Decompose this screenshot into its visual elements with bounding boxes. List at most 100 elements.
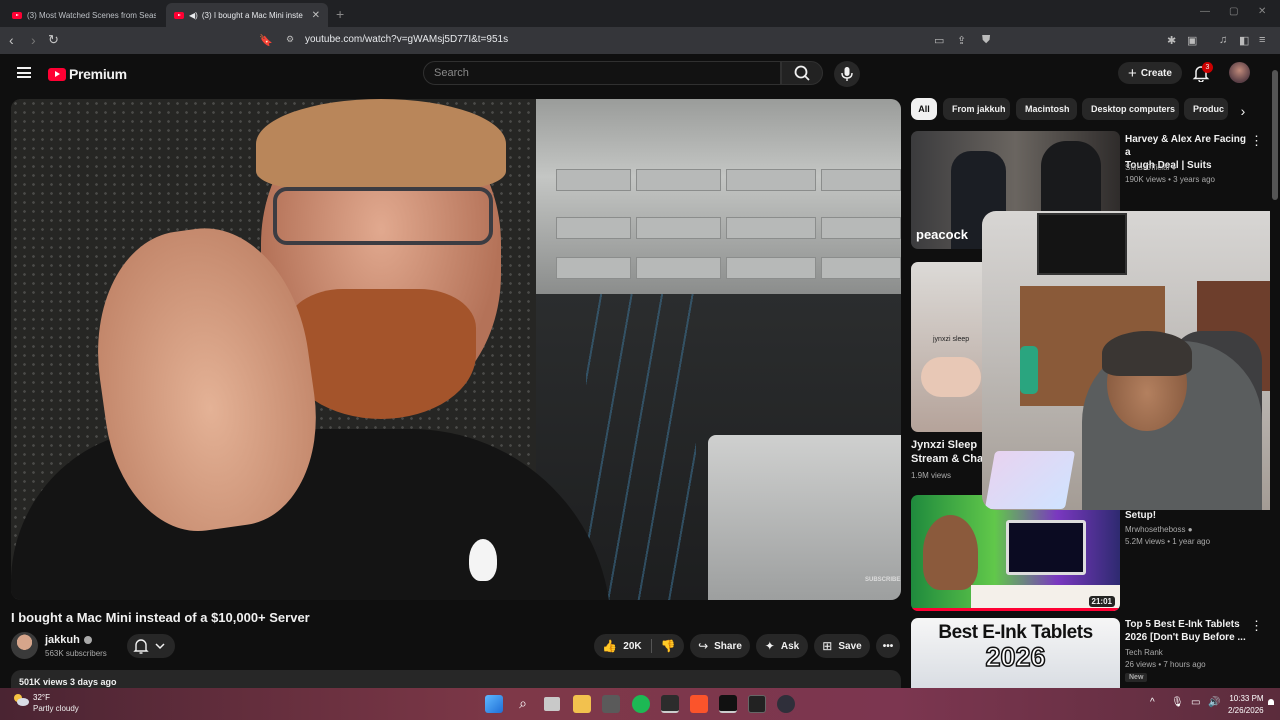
verified-icon: ● (1171, 163, 1177, 172)
url-text[interactable]: youtube.com/watch?v=gWAMsj5D77I&t=951s (305, 34, 508, 45)
browser-tab-strip: (3) Most Watched Scenes from Seas ◀) (3)… (0, 0, 1280, 27)
network-icon[interactable]: ▭ (1191, 697, 1200, 708)
channel-name[interactable]: jakkuh (45, 634, 92, 646)
share-icon: ↪ (698, 639, 709, 653)
wallet-icon[interactable]: ▣ (1187, 34, 1197, 47)
windows-start-icon[interactable] (485, 695, 503, 713)
close-tab-icon[interactable]: ✕ (312, 10, 320, 21)
plus-icon: + (1128, 64, 1137, 82)
youtube-premium-logo[interactable]: Premium (48, 66, 127, 82)
voice-search-button[interactable] (834, 61, 860, 87)
view-count-date: 501K views 3 days ago (19, 677, 117, 687)
minimize-icon[interactable]: — (1200, 6, 1210, 17)
recommendation-title[interactable]: Jynxzi Sleep Stream & Chat (911, 438, 991, 466)
channel-avatar[interactable] (11, 632, 38, 659)
store-icon[interactable] (602, 695, 620, 713)
brand-label: Premium (69, 66, 127, 82)
clock-date: 2/26/2026 (1228, 706, 1264, 715)
like-button[interactable]: 👍 20K (594, 634, 650, 658)
more-vertical-icon[interactable]: ⋮ (1250, 133, 1263, 149)
recommendation-channel[interactable]: Suits Official ● (1125, 162, 1176, 174)
video-title: I bought a Mac Mini instead of a $10,000… (11, 610, 310, 625)
terminal-icon[interactable] (748, 695, 766, 713)
close-window-icon[interactable]: ✕ (1258, 6, 1266, 17)
recommendation-title[interactable]: Setup! (1125, 509, 1250, 522)
recommendation-channel[interactable]: Tech Rank (1125, 647, 1163, 659)
thumb-year: 2026 (985, 641, 1047, 673)
sidebar-icon[interactable]: ◧ (1239, 34, 1249, 47)
create-label: Create (1140, 67, 1172, 79)
forward-icon[interactable]: › (31, 32, 36, 48)
cam-monitor (1037, 213, 1127, 275)
microphone-tray-icon[interactable]: 🎙 (1171, 697, 1184, 708)
weather-temperature[interactable]: 32°F (33, 693, 50, 702)
reload-icon[interactable]: ↻ (48, 32, 59, 48)
share-button[interactable]: ↪ Share (690, 634, 750, 658)
chevron-right-icon[interactable]: › (1232, 100, 1254, 122)
create-button[interactable]: + Create (1118, 62, 1182, 84)
extensions-icon[interactable]: ✱ (1167, 34, 1176, 47)
brave-shield-icon[interactable]: ⛊ (982, 34, 990, 47)
more-actions-button[interactable]: ••• (876, 634, 900, 658)
recommendation-thumbnail[interactable]: Best E-Ink Tablets 2026 (911, 618, 1120, 688)
app-icon[interactable] (661, 695, 679, 713)
weather-description[interactable]: Partly cloudy (33, 704, 79, 713)
search-icon (794, 65, 810, 81)
speaker-icon[interactable]: ◀) (189, 11, 198, 20)
brave-browser-icon[interactable] (690, 695, 708, 713)
thumbs-down-icon: 👎 (660, 639, 676, 653)
video-player[interactable]: SUBSCRIBE (11, 99, 901, 600)
recommendation-channel[interactable]: Mrwhosetheboss ● (1125, 524, 1193, 536)
verified-icon (83, 636, 92, 644)
tiktok-icon[interactable] (719, 695, 737, 713)
menu-icon[interactable]: ≡ (1259, 34, 1265, 46)
maximize-icon[interactable]: ▢ (1229, 6, 1238, 17)
browser-tab-suits[interactable]: (3) Most Watched Scenes from Seas (4, 3, 164, 27)
more-horizontal-icon: ••• (882, 640, 894, 652)
recommendation-thumbnail[interactable]: 21:01 (911, 495, 1120, 611)
save-playlist-icon: ⊞ (822, 639, 833, 653)
subscribed-notifications-button[interactable] (127, 634, 175, 658)
search-box[interactable] (423, 61, 781, 85)
file-explorer-icon[interactable] (573, 695, 591, 713)
youtube-favicon-icon (12, 11, 22, 19)
channel-name-text: Suits Official (1125, 163, 1170, 172)
hamburger-menu-icon[interactable] (17, 67, 31, 78)
task-view-icon[interactable] (544, 697, 560, 711)
browser-tab-active[interactable]: ◀) (3) I bought a Mac Mini inste ✕ (166, 3, 328, 27)
chip-desktop-computers[interactable]: Desktop computers (1082, 98, 1179, 120)
partly-cloudy-icon[interactable] (12, 693, 30, 707)
chip-all[interactable]: All (911, 98, 937, 120)
chip-macintosh[interactable]: Macintosh (1016, 98, 1077, 120)
dislike-button[interactable]: 👎 (652, 634, 684, 658)
notifications-icon[interactable] (1266, 698, 1276, 708)
volume-icon[interactable]: 🔊 (1208, 697, 1220, 708)
media-icon[interactable]: ♫ (1219, 34, 1227, 46)
title-line: Harvey & Alex Are Facing a (1125, 134, 1246, 158)
recommendation-meta: 190K views • 3 years ago (1125, 175, 1215, 184)
recommendation-meta: 5.2M views • 1 year ago (1125, 537, 1211, 546)
recommendation-title[interactable]: Top 5 Best E-Ink Tablets 2026 [Don't Buy… (1125, 618, 1250, 644)
chip-from-jakkuh[interactable]: From jakkuh (943, 98, 1010, 120)
back-icon[interactable]: ‹ (9, 32, 14, 48)
share-page-icon[interactable]: ⇪ (957, 34, 966, 47)
new-tab-icon[interactable]: + (336, 6, 344, 22)
site-info-icon[interactable]: ⚙ (286, 34, 294, 45)
tray-overflow-icon[interactable]: ^ (1150, 697, 1155, 708)
search-input[interactable] (424, 62, 780, 84)
chip-products[interactable]: Produc (1184, 98, 1228, 120)
ask-button[interactable]: ✦ Ask (756, 634, 808, 658)
cast-icon[interactable]: ▭ (934, 34, 944, 47)
thumb-heading: Best E-Ink Tablets (938, 622, 1093, 643)
account-avatar[interactable] (1229, 62, 1250, 83)
chevron-down-icon (155, 643, 165, 650)
save-button[interactable]: ⊞ Save (814, 634, 870, 658)
scrollbar-thumb[interactable] (1272, 70, 1278, 200)
obs-icon[interactable] (777, 695, 795, 713)
taskbar-clock[interactable]: 10:33 PM 2/26/2026 (1228, 693, 1264, 717)
spotify-icon[interactable] (632, 695, 650, 713)
more-vertical-icon[interactable]: ⋮ (1250, 618, 1263, 634)
search-icon[interactable]: ⌕ (514, 695, 532, 713)
bookmark-icon[interactable]: 🔖 (259, 34, 273, 47)
search-button[interactable] (781, 61, 823, 85)
